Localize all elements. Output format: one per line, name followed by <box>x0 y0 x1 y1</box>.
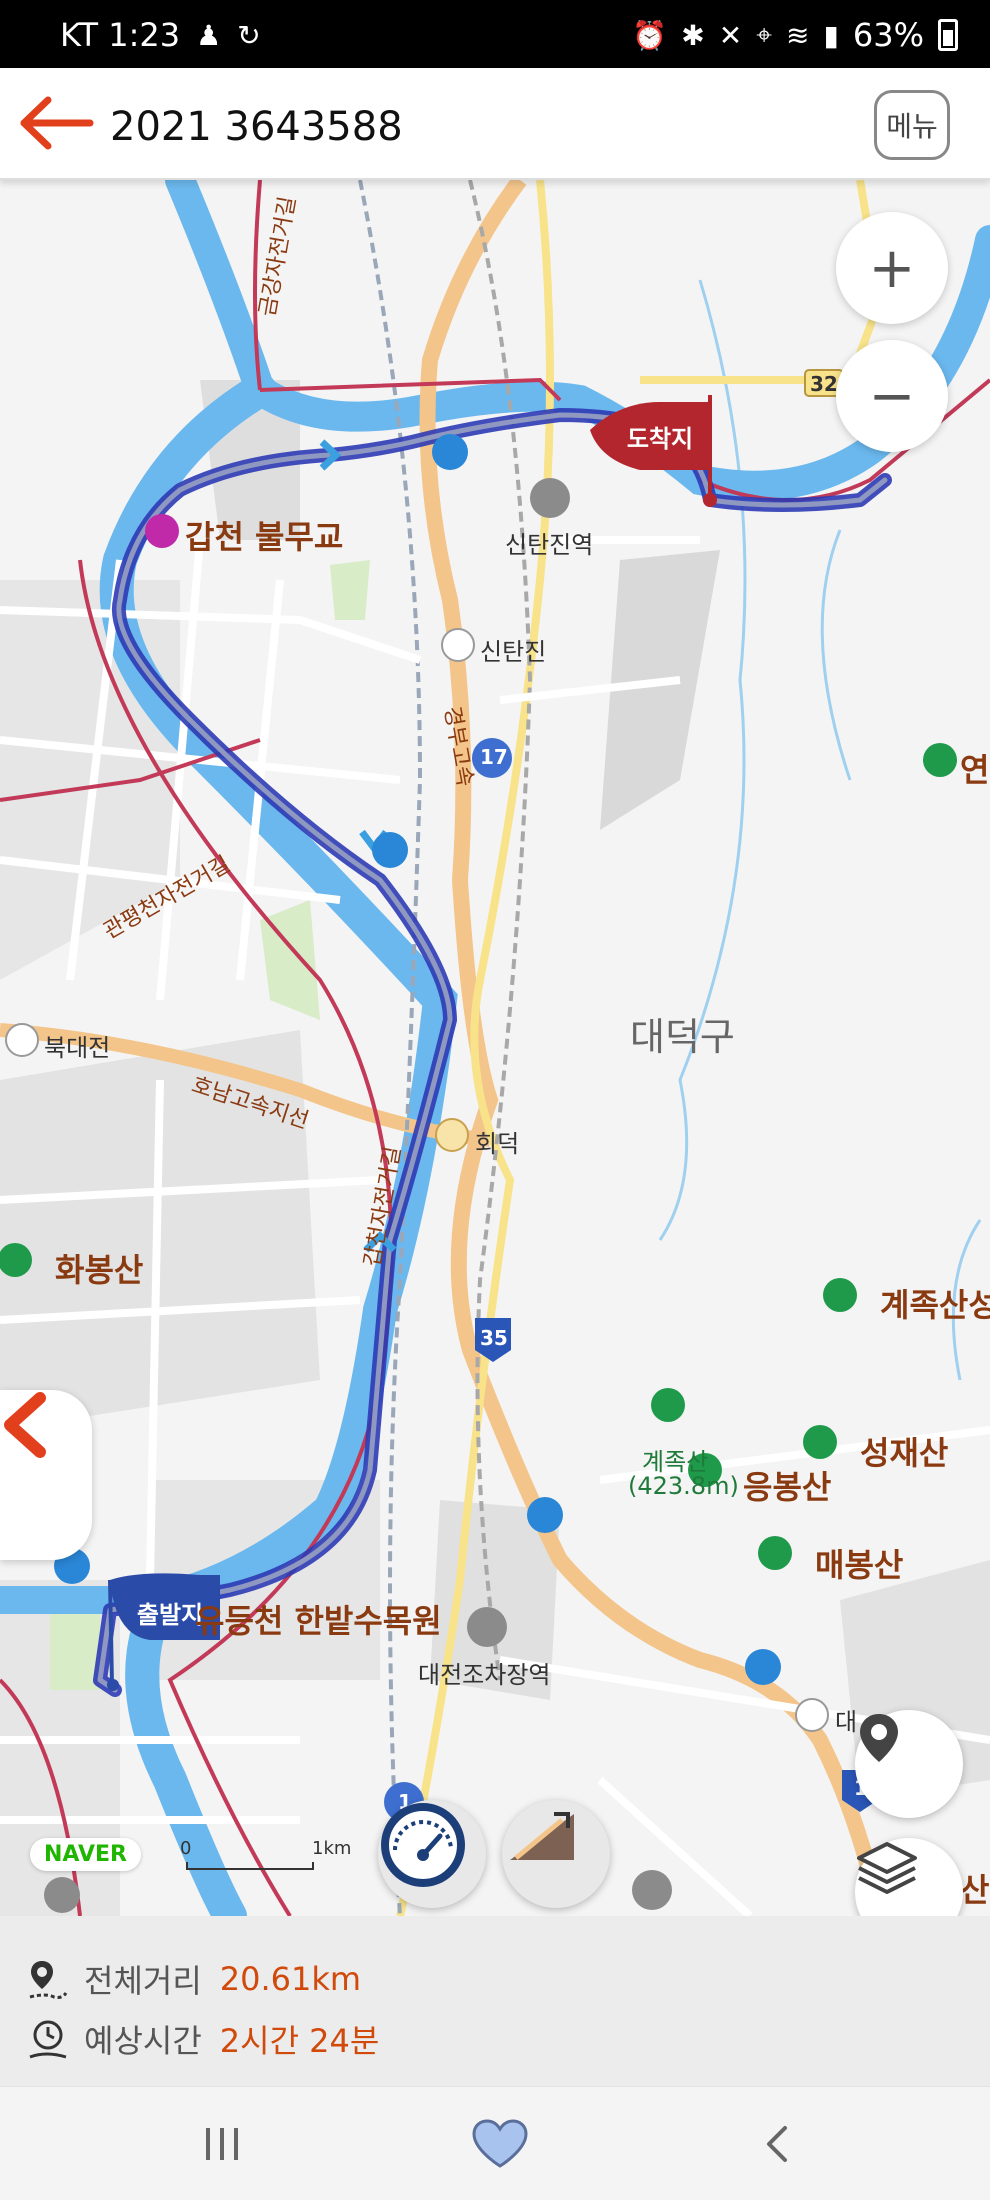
time-value: 2시간 24분 <box>219 2022 380 2060</box>
map-label-mountain-se: 산 <box>960 1871 990 1909</box>
route-title: 2021 3643588 <box>110 104 403 150</box>
sync-icon: ↻ <box>237 18 261 52</box>
zoom-in-button[interactable]: + <box>836 212 948 324</box>
map-label-eungbongsan: 응봉산 <box>743 1468 832 1506</box>
route-shield-17: 17 <box>480 745 508 769</box>
route-shield-32: 32 <box>810 372 838 396</box>
system-nav-bar <box>0 2086 990 2200</box>
mute-icon: ✕ <box>718 18 743 52</box>
system-back-button[interactable] <box>706 2087 846 2200</box>
speedometer-icon <box>381 1803 465 1887</box>
distance-label: 전체거리 <box>84 1962 202 2000</box>
app-header: 2021 3643588 메뉴 <box>0 68 990 180</box>
zoom-out-button[interactable]: − <box>836 340 948 452</box>
map-label-maebongsan: 매봉산 <box>815 1546 904 1584</box>
location-pin-icon <box>860 1714 898 1762</box>
back-button[interactable] <box>18 90 98 156</box>
chevron-left-icon <box>4 1392 46 1458</box>
map-view[interactable]: 도착지 출발지 갑천 불무교 신탄진역 신탄진 대덕구 회덕 북대전 화봉산 계… <box>0 180 990 1916</box>
home-button[interactable] <box>430 2087 570 2200</box>
side-panel-toggle[interactable] <box>0 1390 92 1560</box>
map-label-sintanjin-ic: 신탄진 <box>480 638 547 666</box>
menu-button[interactable]: 메뉴 <box>874 90 950 160</box>
back-arrow-icon <box>20 96 94 150</box>
recent-apps-icon <box>206 2128 238 2160</box>
time-row: 예상시간 2시간 24분 <box>26 2016 379 2062</box>
elevation-button[interactable] <box>502 1800 610 1908</box>
map-label-bukdaejeon: 북대전 <box>44 1034 111 1062</box>
alarm-icon: ⏰ <box>632 18 668 52</box>
app-root: KT 1:23 ♟ ↻ ⏰ ✱ ✕ ⌖ ≋ ▮ 63% 2021 3643588… <box>0 0 990 2200</box>
battery-icon <box>938 19 958 51</box>
status-bar: KT 1:23 ♟ ↻ ⏰ ✱ ✕ ⌖ ≋ ▮ 63% <box>0 0 990 68</box>
elevation-icon <box>510 1812 574 1860</box>
map-label-seongjaesan: 성재산 <box>860 1434 949 1472</box>
distance-pin-icon <box>29 1961 68 1999</box>
map-scale: 0 1km <box>180 1838 360 1878</box>
carrier-time: KT 1:23 <box>60 16 181 54</box>
map-label-gyejoksan: 계족산성 <box>880 1286 990 1324</box>
scale-km-label: 1km <box>312 1838 352 1859</box>
location-icon: ⌖ <box>756 18 772 51</box>
route-shield-35: 35 <box>480 1326 508 1350</box>
map-label-yudeungcheon: 유등천 한밭수목원 <box>195 1602 442 1640</box>
bluetooth-icon: ✱ <box>681 18 705 52</box>
map-label-gyejoksan-height: (423.8m) <box>628 1472 739 1500</box>
clock-icon <box>29 2020 67 2059</box>
map-label-daejeon-yard: 대전조차장역 <box>418 1661 551 1689</box>
map-label-daejeon-ic: 대 <box>835 1708 858 1736</box>
distance-value: 20.61km <box>219 1960 362 1998</box>
speedometer-button[interactable] <box>378 1800 486 1908</box>
map-label-gapcheon: 갑천 불무교 <box>185 518 344 556</box>
heart-icon <box>472 2119 528 2168</box>
distance-row: 전체거리 20.61km <box>26 1956 361 2002</box>
route-info-panel: 전체거리 20.61km 예상시간 2시간 24분 <box>0 1916 990 2086</box>
scale-zero-label: 0 <box>180 1838 192 1859</box>
time-label: 예상시간 <box>84 2022 202 2060</box>
map-label-hoedeok: 회덕 <box>475 1130 520 1158</box>
scale-bar <box>186 1862 314 1870</box>
battery-percent: 63% <box>852 16 924 54</box>
map-label-hwabongsan: 화봉산 <box>55 1251 144 1289</box>
recent-apps-button[interactable] <box>152 2087 292 2200</box>
layers-icon <box>857 1842 917 1894</box>
chevron-left-icon <box>767 2126 787 2162</box>
notification-icon: ♟ <box>196 18 222 52</box>
signal-icon: ▮ <box>823 18 839 52</box>
wifi-icon: ≋ <box>785 18 810 52</box>
map-label-sintanjin-station: 신탄진역 <box>505 531 594 559</box>
end-flag[interactable]: 도착지 <box>610 416 710 456</box>
map-label-yeon: 연 <box>960 751 990 789</box>
map-label-daedeok-gu: 대덕구 <box>630 1015 735 1059</box>
current-location-button[interactable] <box>855 1710 963 1818</box>
naver-logo: NAVER <box>30 1838 141 1871</box>
